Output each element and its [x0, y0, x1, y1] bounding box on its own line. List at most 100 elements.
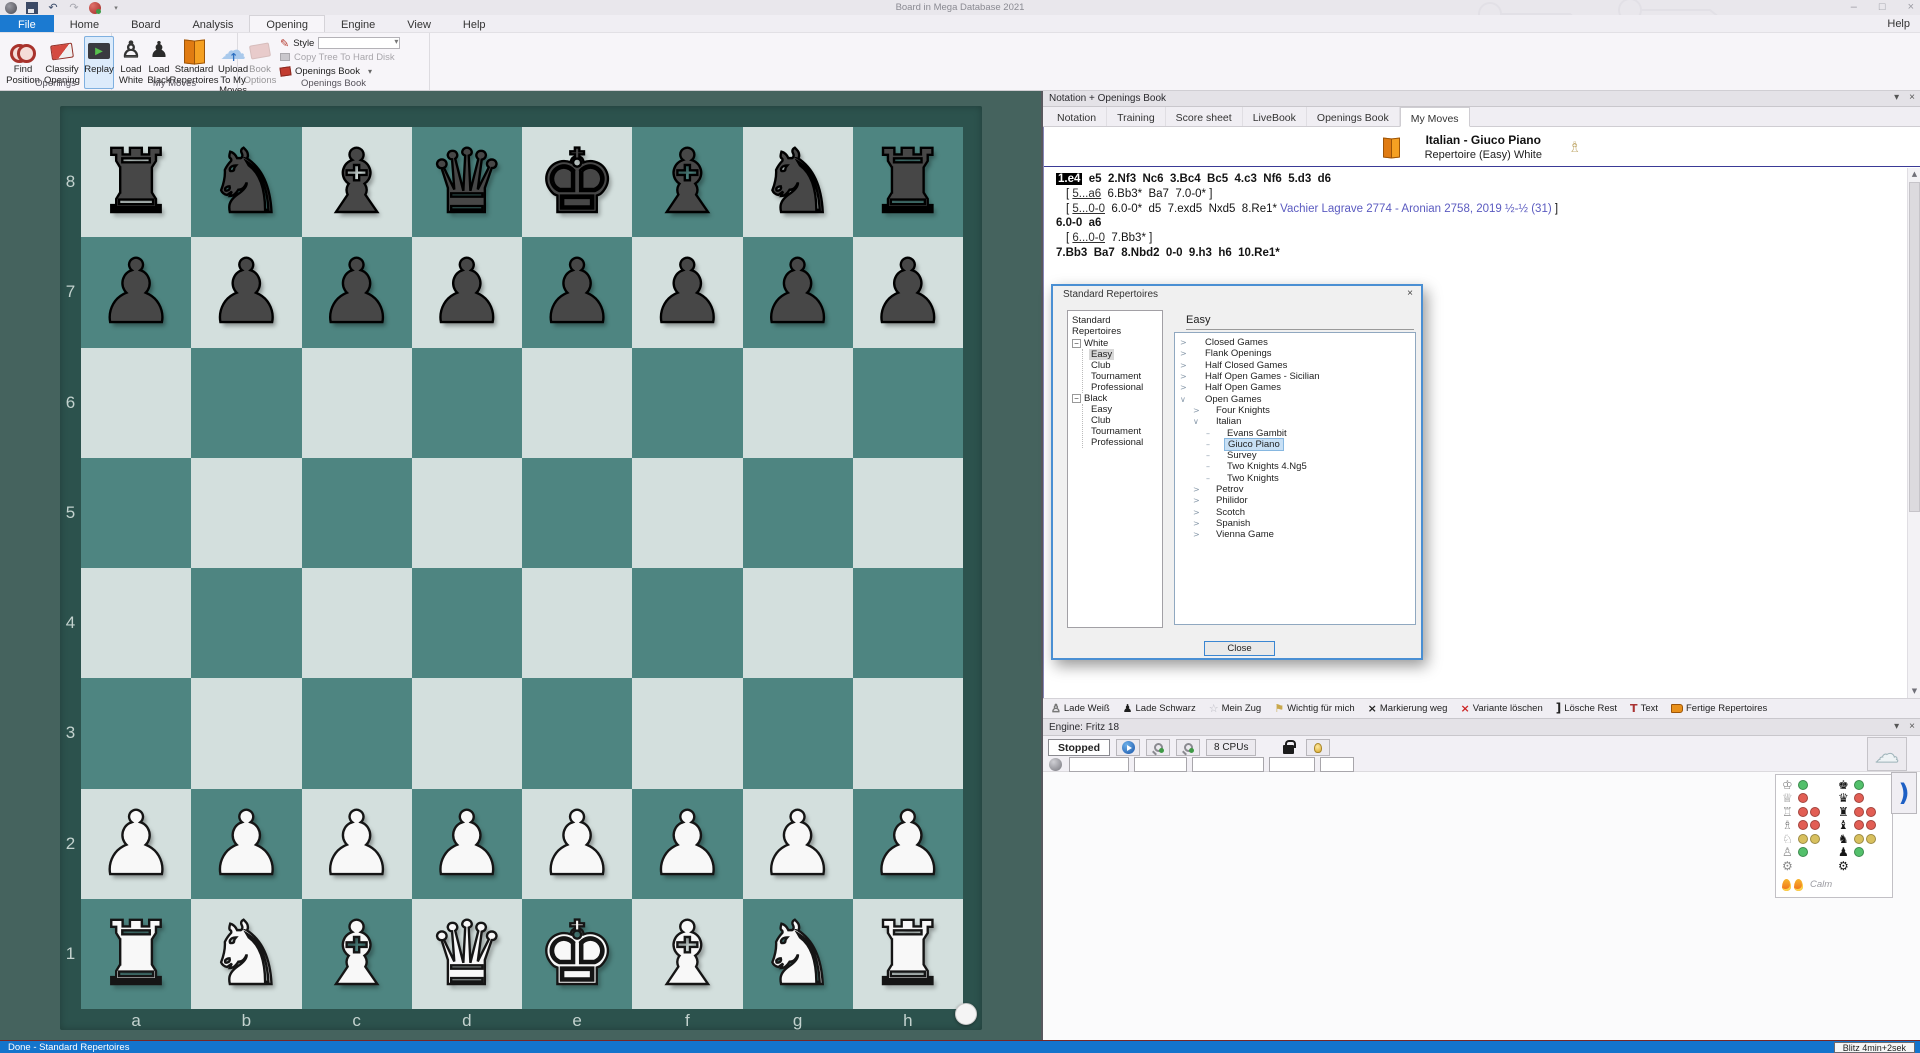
move-text[interactable]: 7.Bb3* ]: [1105, 232, 1152, 244]
square-c8[interactable]: ♝: [302, 127, 412, 237]
piece-white-pawn[interactable]: ♟: [853, 789, 963, 899]
piece-black-pawn[interactable]: ♟: [412, 237, 522, 347]
engine-play-button[interactable]: [1116, 739, 1140, 756]
piece-black-pawn[interactable]: ♟: [853, 237, 963, 347]
square-h4[interactable]: [853, 568, 963, 678]
opening-item-vienna-game[interactable]: >Vienna Game: [1175, 529, 1415, 540]
square-h5[interactable]: [853, 458, 963, 568]
opening-item-petrov[interactable]: >Petrov: [1175, 484, 1415, 495]
opening-item-half-open-games[interactable]: >Half Open Games: [1175, 382, 1415, 393]
square-g5[interactable]: [743, 458, 853, 568]
save-icon[interactable]: [26, 2, 38, 14]
piece-black-pawn[interactable]: ♟: [191, 237, 301, 347]
square-g3[interactable]: [743, 678, 853, 788]
square-h8[interactable]: ♜: [853, 127, 963, 237]
piece-black-bishop[interactable]: ♝: [632, 127, 742, 237]
tree-item-white-professional[interactable]: Professional: [1089, 382, 1162, 393]
piece-white-bishop[interactable]: ♝: [302, 899, 412, 1009]
engine-hint-button[interactable]: [1306, 739, 1330, 756]
square-a1[interactable]: ♜: [81, 899, 191, 1009]
square-b2[interactable]: ♟: [191, 789, 301, 899]
panel-menu-icon[interactable]: ▾: [1894, 92, 1899, 103]
chevron-down-icon[interactable]: ∨: [1193, 417, 1199, 426]
square-a3[interactable]: [81, 678, 191, 788]
square-c4[interactable]: [302, 568, 412, 678]
menu-tab-opening[interactable]: Opening: [249, 15, 325, 32]
move-text[interactable]: 6.0-0* d5 7.exd5 Nxd5 8.Re1*: [1105, 203, 1280, 215]
engine-analysis-button[interactable]: [1146, 739, 1170, 756]
square-f5[interactable]: [632, 458, 742, 568]
square-c3[interactable]: [302, 678, 412, 788]
square-b7[interactable]: ♟: [191, 237, 301, 347]
dialog-close-button[interactable]: Close: [1204, 641, 1275, 656]
current-move[interactable]: 1.e4: [1056, 173, 1082, 185]
piece-white-pawn[interactable]: ♟: [743, 789, 853, 899]
square-f6[interactable]: [632, 348, 742, 458]
chevron-right-icon[interactable]: >: [1193, 519, 1200, 528]
tab-openings-book[interactable]: Openings Book: [1307, 107, 1400, 126]
toolbar-item-lade-schwarz[interactable]: ♟Lade Schwarz: [1123, 703, 1196, 714]
piece-white-pawn[interactable]: ♟: [522, 789, 632, 899]
menu-tab-view[interactable]: View: [391, 15, 447, 32]
tab-livebook[interactable]: LiveBook: [1243, 107, 1307, 126]
tree-item-white-club[interactable]: Club: [1089, 360, 1162, 371]
panel-close-icon[interactable]: ×: [1909, 92, 1915, 103]
square-h2[interactable]: ♟: [853, 789, 963, 899]
piece-black-pawn[interactable]: ♟: [743, 237, 853, 347]
menu-tab-engine[interactable]: Engine: [325, 15, 391, 32]
toolbar-item-markierung-weg[interactable]: ×Markierung weg: [1368, 703, 1448, 714]
engine-input-1[interactable]: [1069, 757, 1129, 772]
notation-scrollbar[interactable]: ▲ ▼: [1907, 168, 1920, 698]
time-control-button[interactable]: Blitz 4min+2sek: [1834, 1042, 1915, 1053]
tree-item-black-tournament[interactable]: Tournament: [1089, 426, 1162, 437]
piece-white-rook[interactable]: ♜: [81, 899, 191, 1009]
square-e1[interactable]: ♚: [522, 899, 632, 1009]
opening-item-giuco-piano[interactable]: –Giuco Piano: [1175, 439, 1415, 450]
piece-black-king[interactable]: ♚: [522, 127, 632, 237]
maximize-button[interactable]: □: [1879, 1, 1886, 13]
piece-white-pawn[interactable]: ♟: [302, 789, 412, 899]
opening-item-two-knights-4-ng5[interactable]: –Two Knights 4.Ng5: [1175, 461, 1415, 472]
engine-lock-button[interactable]: [1276, 739, 1300, 756]
square-d3[interactable]: [412, 678, 522, 788]
piece-white-pawn[interactable]: ♟: [191, 789, 301, 899]
square-f4[interactable]: [632, 568, 742, 678]
piece-white-bishop[interactable]: ♝: [632, 899, 742, 1009]
dialog-close-icon[interactable]: ×: [1407, 288, 1413, 299]
square-b5[interactable]: [191, 458, 301, 568]
square-c5[interactable]: [302, 458, 412, 568]
square-e3[interactable]: [522, 678, 632, 788]
tree-item-black-easy[interactable]: Easy: [1089, 404, 1162, 415]
square-h7[interactable]: ♟: [853, 237, 963, 347]
piece-white-queen[interactable]: ♛: [412, 899, 522, 1009]
square-g6[interactable]: [743, 348, 853, 458]
variation-move-link[interactable]: 5...0-0: [1072, 203, 1105, 215]
toolbar-item-l-sche-rest[interactable]: ]Lösche Rest: [1556, 703, 1617, 714]
opening-item-closed-games[interactable]: >Closed Games: [1175, 337, 1415, 348]
square-b8[interactable]: ♞: [191, 127, 301, 237]
chevron-right-icon[interactable]: >: [1193, 508, 1200, 517]
square-e8[interactable]: ♚: [522, 127, 632, 237]
chevron-right-icon[interactable]: >: [1193, 530, 1200, 539]
chevron-right-icon[interactable]: >: [1193, 485, 1200, 494]
move-text[interactable]: 7.Bb3 Ba7 8.Nbd2 0-0 9.h3 h6 10.Re1*: [1056, 247, 1280, 259]
square-g8[interactable]: ♞: [743, 127, 853, 237]
minimize-button[interactable]: –: [1851, 1, 1857, 13]
piece-black-rook[interactable]: ♜: [81, 127, 191, 237]
square-a5[interactable]: [81, 458, 191, 568]
square-f8[interactable]: ♝: [632, 127, 742, 237]
piece-black-bishop[interactable]: ♝: [302, 127, 412, 237]
redo-icon[interactable]: ↷: [68, 2, 80, 14]
piece-white-knight[interactable]: ♞: [743, 899, 853, 1009]
opening-item-half-closed-games[interactable]: >Half Closed Games: [1175, 360, 1415, 371]
square-b3[interactable]: [191, 678, 301, 788]
piece-black-pawn[interactable]: ♟: [302, 237, 412, 347]
tab-training[interactable]: Training: [1107, 107, 1166, 126]
square-g2[interactable]: ♟: [743, 789, 853, 899]
square-a2[interactable]: ♟: [81, 789, 191, 899]
menu-tab-board[interactable]: Board: [115, 15, 176, 32]
variation-move-link[interactable]: 5...a6: [1072, 188, 1101, 200]
chess-board[interactable]: ♜♞♝♛♚♝♞♜♟♟♟♟♟♟♟♟♟♟♟♟♟♟♟♟♜♞♝♛♚♝♞♜: [81, 127, 963, 1009]
tree-item-white-tournament[interactable]: Tournament: [1089, 371, 1162, 382]
piece-black-knight[interactable]: ♞: [743, 127, 853, 237]
